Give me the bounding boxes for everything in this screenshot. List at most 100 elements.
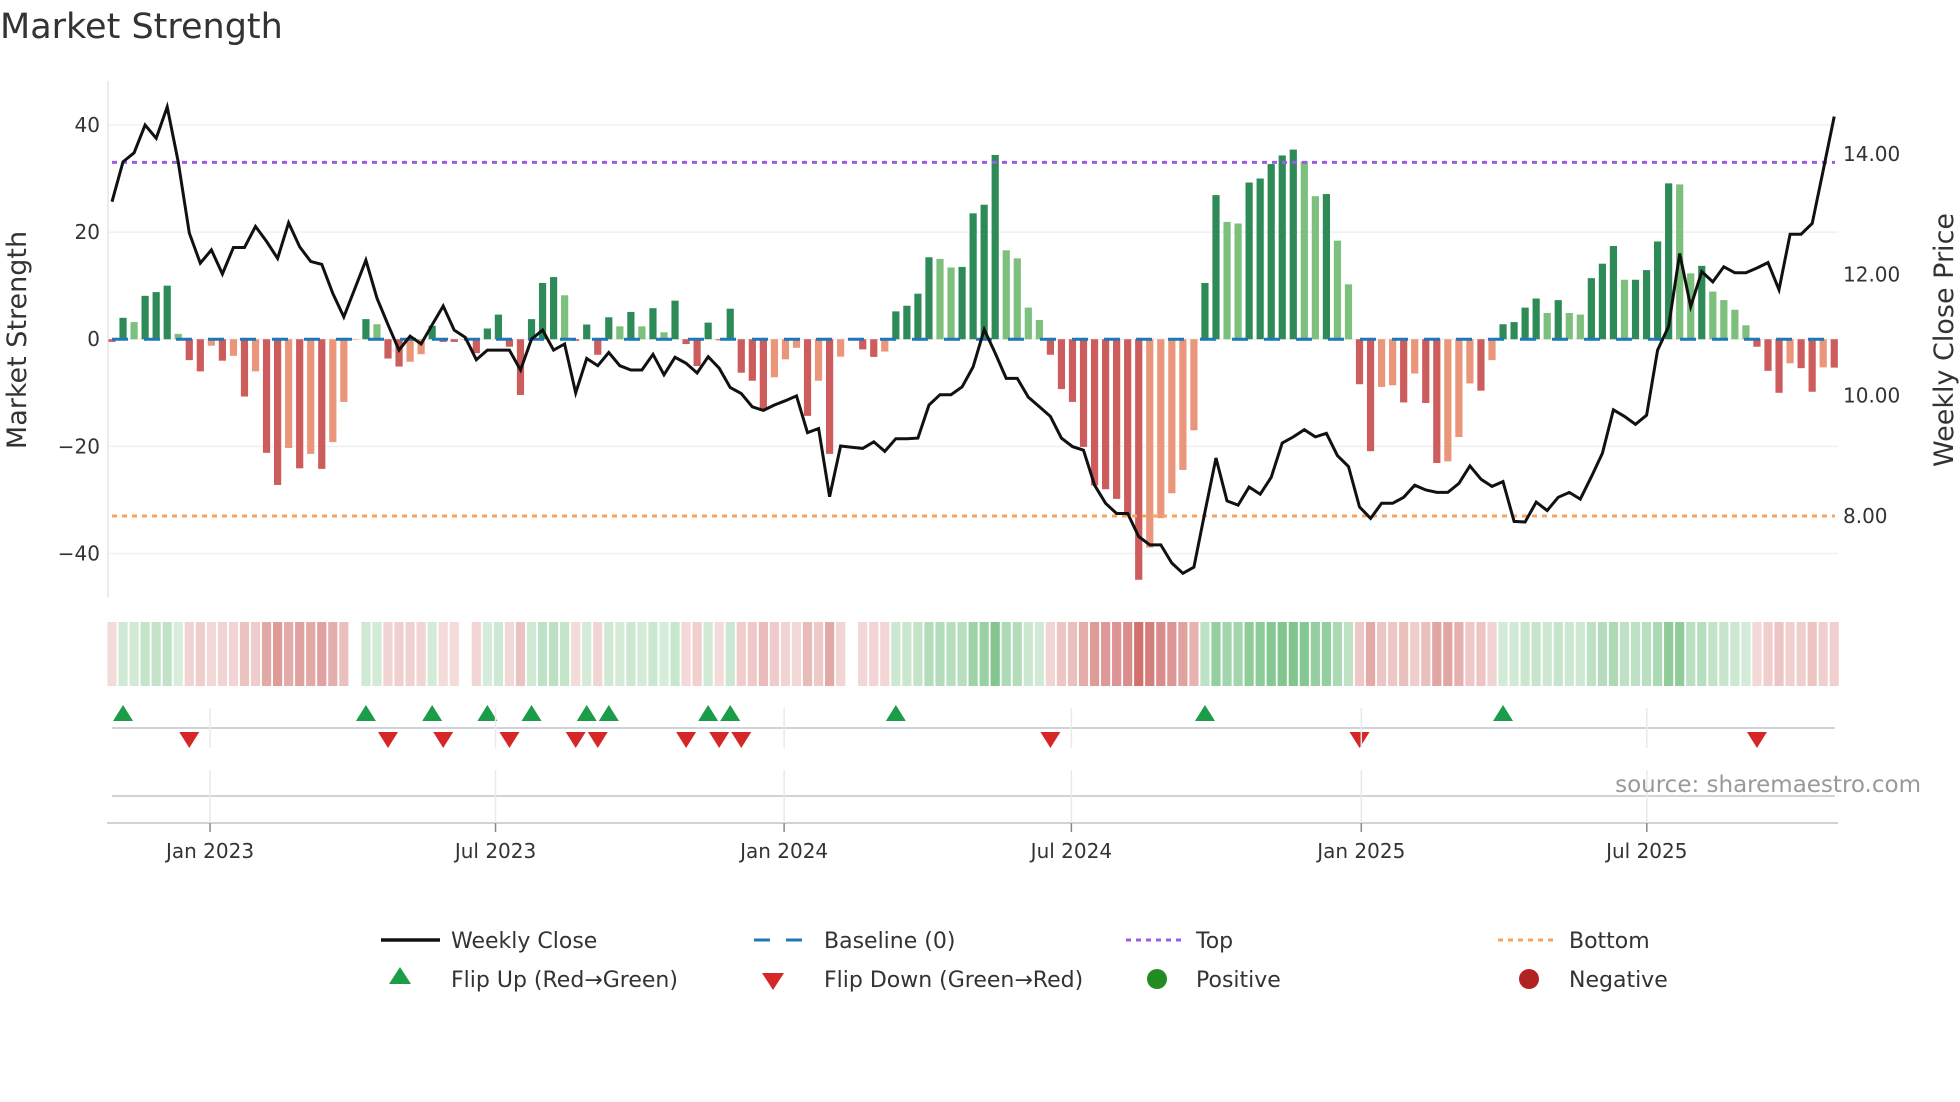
strength-bar xyxy=(1124,339,1132,516)
heat-cell xyxy=(1575,622,1585,686)
strength-bar xyxy=(1543,312,1551,340)
heat-cell xyxy=(747,622,757,686)
strength-bar xyxy=(1333,240,1342,340)
heat-cell xyxy=(383,622,393,686)
heat-cell xyxy=(648,622,658,686)
strength-bar xyxy=(307,339,315,454)
strength-bar xyxy=(980,204,988,340)
heat-cell xyxy=(427,622,437,686)
heat-cell xyxy=(1399,622,1409,686)
heat-cell xyxy=(306,622,316,686)
strength-bar xyxy=(1565,312,1573,340)
x-tick-label: Jul 2024 xyxy=(1029,839,1112,863)
strength-bar xyxy=(1013,258,1021,340)
heat-cell xyxy=(813,622,824,686)
heat-cell xyxy=(493,622,503,686)
heat-cell xyxy=(1796,622,1806,686)
heat-cell xyxy=(482,622,492,686)
flip-down-marker xyxy=(731,732,752,748)
strength-bar xyxy=(550,277,558,340)
strength-bar xyxy=(1400,339,1408,403)
strength-bar xyxy=(881,339,889,352)
heat-cell xyxy=(659,622,669,686)
heat-cell xyxy=(615,622,625,686)
heat-cell xyxy=(1034,622,1044,686)
legend-label: Bottom xyxy=(1569,929,1650,954)
strength-bar xyxy=(1212,195,1220,340)
legend-label: Flip Down (Green→Red) xyxy=(824,968,1083,993)
heat-cell xyxy=(1498,622,1508,686)
heat-cell xyxy=(780,622,791,686)
heat-cell xyxy=(1675,622,1685,686)
heat-cell xyxy=(681,622,691,686)
strength-bar xyxy=(1267,164,1275,340)
strength-bar xyxy=(616,326,624,340)
flip-down-marker xyxy=(1746,732,1767,748)
strength-bar xyxy=(1532,298,1540,340)
heat-cell xyxy=(946,622,956,686)
strength-bar xyxy=(1102,339,1110,490)
heat-cell xyxy=(1752,622,1762,686)
strength-bar xyxy=(1642,270,1651,340)
flip-up-marker xyxy=(698,705,719,721)
heat-cell xyxy=(1112,622,1122,686)
strength-bar xyxy=(362,319,370,340)
strength-bar xyxy=(1455,339,1463,438)
strength-bar xyxy=(1731,309,1739,340)
heat-cell xyxy=(571,622,581,686)
flip-up-marker xyxy=(1194,705,1215,721)
heat-cell xyxy=(1818,622,1828,686)
heat-cell xyxy=(836,622,846,686)
strength-bar xyxy=(892,311,900,340)
heat-cell xyxy=(1310,622,1320,686)
strength-bar xyxy=(1135,339,1143,580)
heat-cell xyxy=(1774,622,1784,686)
strength-bar xyxy=(1444,339,1452,462)
strength-bar xyxy=(450,339,458,342)
strength-bar xyxy=(969,213,977,340)
heat-cell xyxy=(1697,622,1707,686)
strength-bar xyxy=(1366,339,1375,452)
flip-down-marker xyxy=(1040,732,1061,748)
heat-cell xyxy=(935,622,945,686)
y-tick-label: 20 xyxy=(75,220,100,244)
heat-cell xyxy=(1266,622,1276,686)
heat-cell xyxy=(239,622,250,686)
strength-bar xyxy=(627,311,635,340)
flip-down-marker xyxy=(179,732,200,748)
heat-cell xyxy=(1509,622,1519,686)
legend-label: Flip Up (Red→Green) xyxy=(451,968,678,993)
strength-bar xyxy=(196,339,204,372)
left-axis-ticks: 40 20 0 −20 −40 xyxy=(58,113,100,566)
heat-cell xyxy=(1101,622,1111,686)
strength-heat-strip xyxy=(107,622,1839,686)
heat-cell xyxy=(129,622,139,686)
heat-cell xyxy=(582,622,592,686)
heat-cell xyxy=(725,622,735,686)
strength-bar xyxy=(1256,178,1264,340)
heat-cell xyxy=(1410,622,1420,686)
strength-bar xyxy=(1764,339,1772,371)
legend-item-baseline: Baseline (0) xyxy=(754,929,955,954)
strength-bar xyxy=(1819,339,1827,368)
heat-cell xyxy=(515,622,526,686)
heat-cell xyxy=(1829,622,1839,686)
heat-cell xyxy=(1134,622,1144,686)
strength-bar xyxy=(483,328,491,340)
y2-tick-label: 14.00 xyxy=(1843,142,1900,166)
legend: Weekly Close Baseline (0) Top Bottom Fli… xyxy=(381,929,1668,993)
strength-bar xyxy=(936,258,944,340)
strength-bar xyxy=(262,339,271,453)
strength-bar xyxy=(704,322,712,340)
y-tick-label: −40 xyxy=(58,542,100,566)
right-axis-ticks: 14.00 12.00 10.00 8.00 xyxy=(1843,142,1900,528)
heat-cell xyxy=(637,622,647,686)
strength-bar xyxy=(1179,339,1187,470)
heat-cell xyxy=(405,622,415,686)
heat-cell xyxy=(339,622,349,686)
heat-cell xyxy=(825,622,835,686)
strength-bar xyxy=(638,326,646,340)
heat-cell xyxy=(537,622,548,686)
heat-cell xyxy=(1045,622,1055,686)
heat-cell xyxy=(1200,622,1210,686)
